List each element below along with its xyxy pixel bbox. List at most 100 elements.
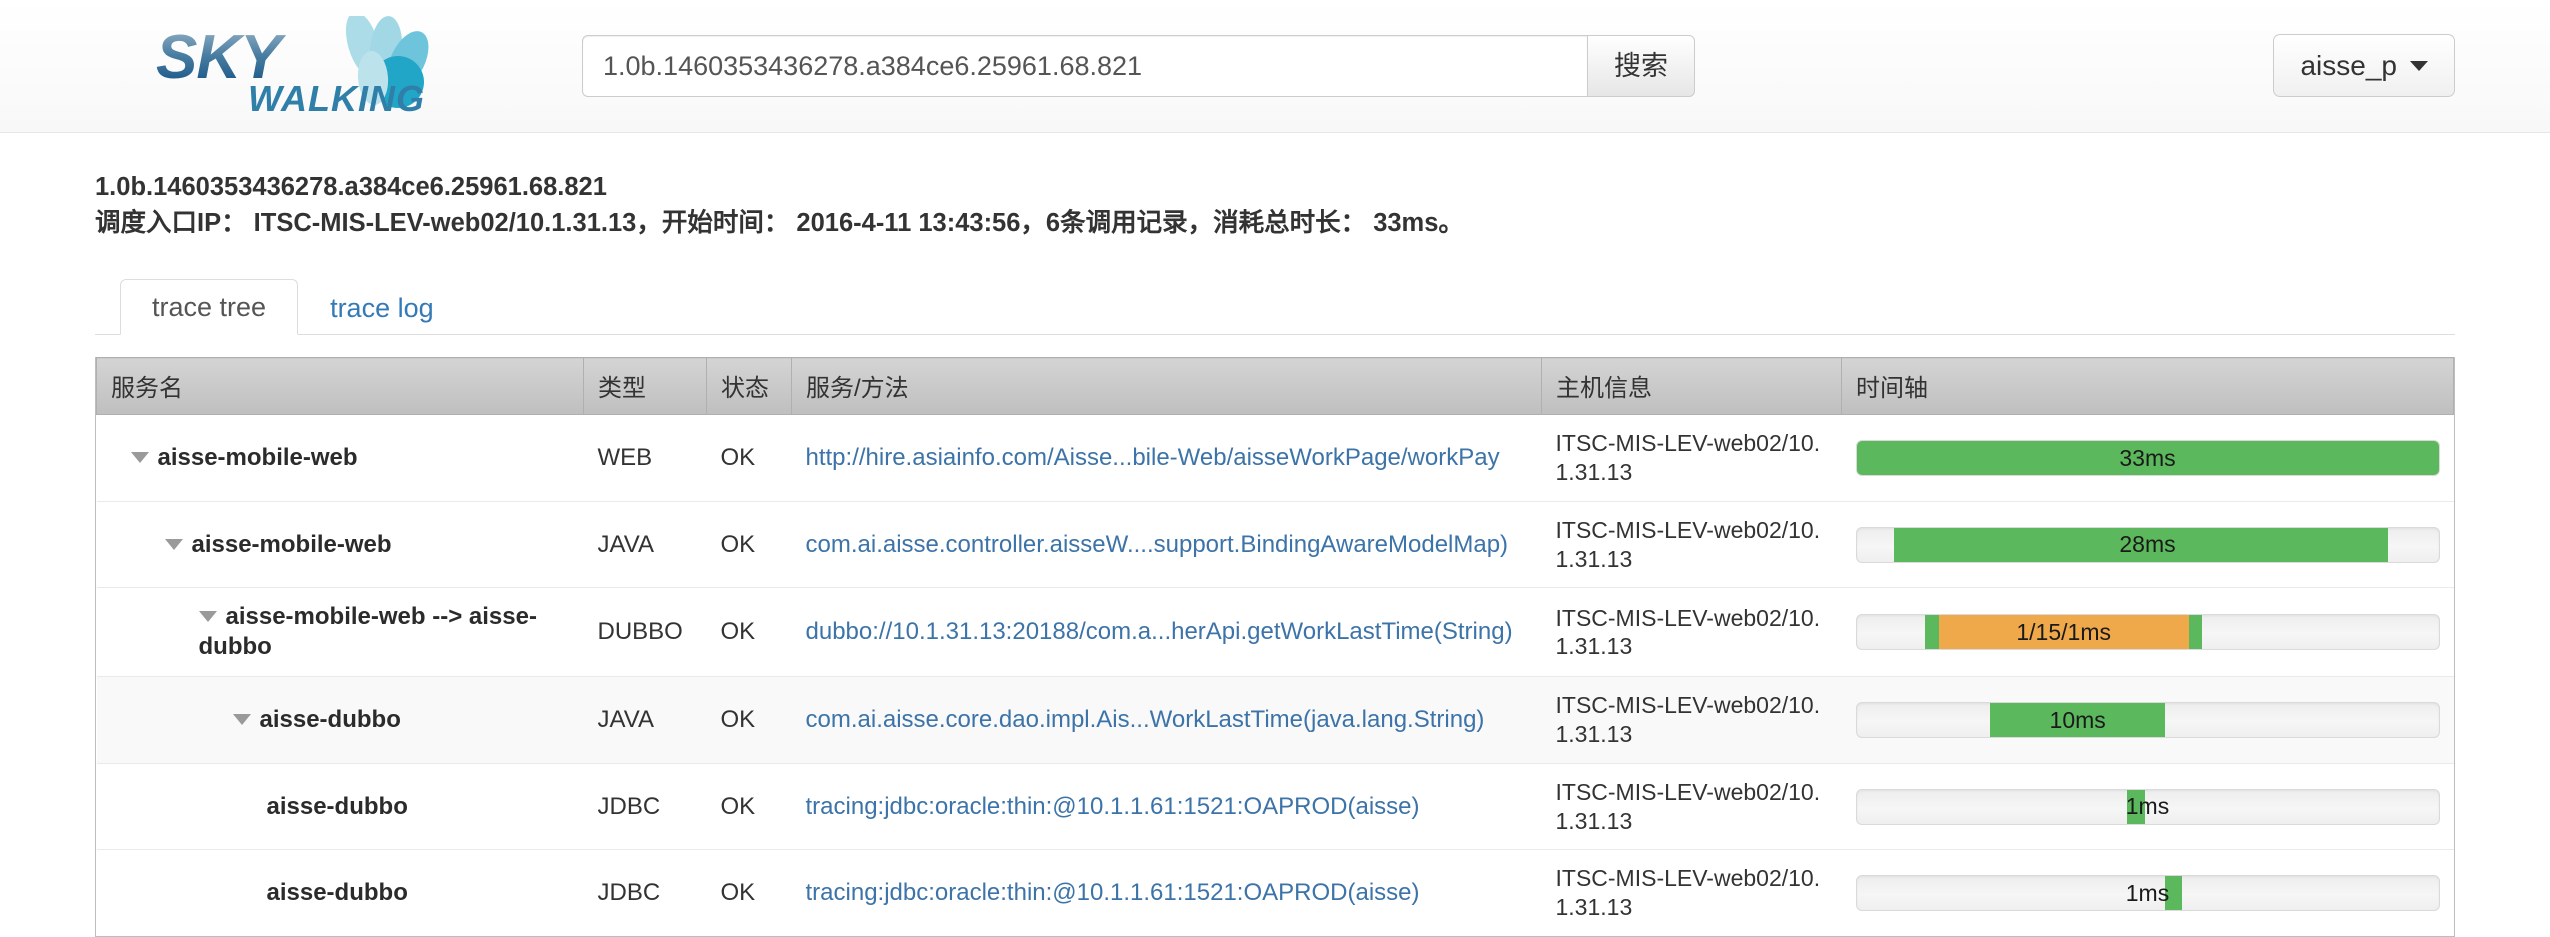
service-name-label: aisse-mobile-web --> aisse-dubbo [198,603,537,661]
cell-host-info: ITSC-MIS-LEV-web02/10.1.31.13 [1541,849,1842,936]
timeline-bar-segment [1990,703,2165,738]
timeline-bar-segment [1938,615,2189,650]
tab-bar: trace tree trace log [95,273,2455,336]
table-row[interactable]: aisse-dubbo JAVA OK com.ai.aisse.core.dao.i… [96,676,2454,764]
cell-service-name: aisse-mobile-web [96,500,584,588]
column-header-service-name[interactable]: 服务名 [96,357,584,416]
cell-type: WEB [597,444,653,472]
cell-service-name: aisse-dubbo [96,762,584,850]
table-row[interactable]: aisse-dubbo JDBC OK tracing:jdbc:oracle:thi… [96,762,2454,850]
cell-timeline: 28ms [1841,500,2454,588]
cell-service-method: tracing:jdbc:oracle:thin:@10.1.1.61:1521… [791,762,1542,850]
service-method-link[interactable]: http://hire.asiainfo.com/Aisse...bile-We… [806,444,1500,471]
trace-tree-table-wrapper: 服务名 类型 状态 服务/方法 主机信息 时间轴 aisse-mobile-we… [95,357,2455,937]
service-method-link[interactable]: com.ai.aisse.controller.aisseW....suppor… [806,531,1509,558]
cell-status: OK [706,676,792,764]
cell-host-info: ITSC-MIS-LEV-web02/10.1.31.13 [1541,762,1842,850]
svg-text:WALKING: WALKING [248,78,425,116]
timeline-bar-track[interactable]: 1ms [1855,875,2440,912]
cell-status: OK [706,587,792,677]
table-header: 服务名 类型 状态 服务/方法 主机信息 时间轴 [96,357,2454,416]
trace-meta: 1.0b.1460353436278.a384ce6.25961.68.821 … [95,133,2455,241]
timeline-duration-label: 1ms [2125,879,2170,906]
cell-timeline: 1ms [1841,849,2454,936]
expand-toggle-icon[interactable] [198,611,217,623]
tab-trace-log[interactable]: trace log [298,280,466,335]
column-header-type[interactable]: 类型 [583,357,707,416]
cell-service-method: http://hire.asiainfo.com/Aisse...bile-We… [792,415,1542,502]
logo-graphic: SKY WALKING [130,12,470,119]
cell-service-method: com.ai.aisse.controller.aisseW....suppor… [791,500,1542,588]
expand-toggle-icon[interactable] [232,714,251,726]
search-area: 搜索 [582,35,1695,97]
column-header-status[interactable]: 状态 [706,357,792,416]
host-info-label: ITSC-MIS-LEV-web02/10.1.31.13 [1555,692,1821,748]
cell-type: JDBC [583,762,707,850]
timeline-bar-track[interactable]: 28ms [1855,526,2440,563]
cell-service-method: tracing:jdbc:oracle:thin:@10.1.1.61:1521… [791,849,1542,936]
timeline-bar-segment [2188,615,2203,650]
timeline-bar-segment [1925,615,1939,650]
table-row[interactable]: aisse-dubbo JDBC OK tracing:jdbc:oracle:thi… [96,849,2454,936]
cell-status: OK [706,762,792,850]
host-info-label: ITSC-MIS-LEV-web02/10.1.31.13 [1555,604,1821,660]
cell-host-info: ITSC-MIS-LEV-web02/10.1.31.13 [1541,500,1842,588]
host-info-label: ITSC-MIS-LEV-web02/10.1.31.13 [1555,865,1821,921]
timeline-bar-track[interactable]: 33ms [1855,440,2440,477]
host-info-label: ITSC-MIS-LEV-web02/10.1.31.13 [1555,778,1821,834]
table-row[interactable]: aisse-mobile-web --> aisse-dubbo DUBBO OK d… [96,587,2454,677]
skywalking-logo-svg: SKY WALKING [156,12,429,119]
cell-type: JDBC [583,849,707,936]
page-content: 1.0b.1460353436278.a384ce6.25961.68.821 … [0,133,2550,937]
cell-host-info: ITSC-MIS-LEV-web02/10.1.31.13 [1541,676,1842,764]
timeline-bar-segment [1894,527,2388,562]
host-info-label: ITSC-MIS-LEV-web02/10.1.31.13 [1555,516,1821,572]
search-button[interactable]: 搜索 [1587,35,1695,97]
table-row[interactable]: aisse-mobile-web JAVA OK com.ai.aisse.contr… [96,500,2454,588]
cell-timeline: 1ms [1841,762,2454,850]
cell-status: OK [706,849,792,936]
trace-summary: 调度入口IP： ITSC-MIS-LEV-web02/10.1.31.13，开始… [95,209,1464,238]
tab-trace-tree[interactable]: trace tree [120,279,299,336]
service-method-link[interactable]: tracing:jdbc:oracle:thin:@10.1.1.61:1521… [806,793,1420,820]
cell-timeline: 1/15/1ms [1841,587,2454,677]
top-navbar: SKY WALKING 搜索 aisse_p [0,0,2550,133]
cell-type: DUBBO [583,587,707,677]
cell-host-info: ITSC-MIS-LEV-web02/10.1.31.13 [1541,587,1842,677]
service-name-label: aisse-dubbo [266,792,408,820]
search-input[interactable] [582,35,1587,97]
chevron-down-icon [2410,60,2428,71]
skywalking-logo[interactable]: SKY WALKING [130,0,470,132]
cell-status: OK [706,500,792,588]
cell-type: JAVA [583,500,707,588]
timeline-bar-segment [2127,789,2145,824]
column-header-timeline[interactable]: 时间轴 [1841,357,2454,416]
timeline-bar-segment [2164,876,2183,911]
cell-service-name: aisse-mobile-web --> aisse-dubbo [96,587,584,677]
user-dropdown[interactable]: aisse_p [2273,34,2455,97]
service-name-label: aisse-mobile-web [191,530,392,558]
trace-id: 1.0b.1460353436278.a384ce6.25961.68.821 [95,173,607,201]
column-header-host-info[interactable]: 主机信息 [1541,357,1842,416]
cell-service-method: dubbo://10.1.31.13:20188/com.a...herApi.… [791,587,1542,677]
table-row[interactable]: aisse-mobile-web WEB OK http://hire.asiainf… [97,415,2454,502]
expand-toggle-icon[interactable] [164,538,183,550]
timeline-bar-track[interactable]: 10ms [1855,702,2440,739]
timeline-bar-track[interactable]: 1/15/1ms [1855,614,2440,651]
service-method-link[interactable]: dubbo://10.1.31.13:20188/com.a...herApi.… [806,618,1513,645]
cell-timeline: 33ms [1842,415,2454,502]
cell-status: OK [720,444,756,472]
table-body: aisse-mobile-web WEB OK http://hire.asiainf… [96,415,2454,936]
cell-service-name: aisse-dubbo [96,849,584,936]
cell-service-method: com.ai.aisse.core.dao.impl.Ais...WorkLas… [791,676,1542,764]
service-method-link[interactable]: com.ai.aisse.core.dao.impl.Ais...WorkLas… [806,706,1485,733]
service-name-label: aisse-dubbo [259,706,401,734]
expand-toggle-icon[interactable] [130,452,149,464]
service-method-link[interactable]: tracing:jdbc:oracle:thin:@10.1.1.61:1521… [806,879,1420,906]
timeline-bar-track[interactable]: 1ms [1855,788,2440,825]
service-name-label: aisse-mobile-web [157,444,358,472]
column-header-service-method[interactable]: 服务/方法 [791,357,1542,416]
cell-timeline: 10ms [1841,676,2454,764]
service-name-label: aisse-dubbo [266,879,408,907]
timeline-bar-segment [1856,441,2439,476]
